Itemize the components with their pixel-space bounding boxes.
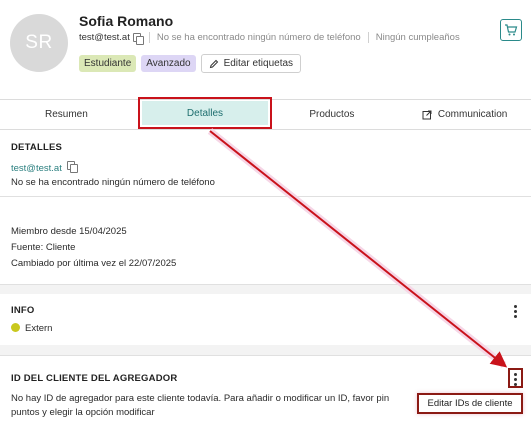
header-phone-status: No se ha encontrado ningún número de tel… [156,32,361,43]
pencil-icon [209,59,218,68]
status-dot-icon [11,323,20,332]
tab-label: Productos [309,109,355,120]
member-since: Miembro desde 15/04/2025 [11,226,127,237]
aggregator-line-2: puntos y elegir la opción modificar [11,407,155,418]
section-gap [0,284,531,294]
aggregator-kebab-button[interactable] [508,368,523,388]
cart-button[interactable] [500,19,522,41]
details-email-link[interactable]: test@test.at [11,163,62,174]
tab-resumen[interactable]: Resumen [0,100,133,129]
tab-productos[interactable]: Productos [266,100,399,129]
edit-tags-button[interactable]: Editar etiquetas [200,54,302,73]
menu-item-label: Editar IDs de cliente [427,398,513,409]
details-phone: No se ha encontrado ningún número de tel… [11,177,215,188]
separator [367,32,369,43]
copy-icon[interactable] [67,161,79,173]
cart-icon [505,24,518,36]
info-kebab-icon[interactable] [513,305,517,318]
tab-detalles[interactable]: Detalles [142,101,268,125]
separator [148,32,150,43]
details-heading: DETALLES [11,142,63,153]
avatar: SR [10,14,68,72]
tab-label: Resumen [44,109,88,120]
divider [0,284,531,285]
tab-communication[interactable]: Communication [398,100,531,129]
tab-label: Detalles [186,107,224,119]
header-birthday-status: Ningún cumpleaños [375,32,460,43]
external-link-icon [422,110,432,119]
tag-list: Estudiante Avanzado Editar etiquetas [79,54,302,73]
info-heading: INFO [11,305,35,316]
header-email: test@test.at [79,32,130,43]
copy-icon[interactable] [132,32,144,45]
tag-badge[interactable]: Avanzado [141,55,196,72]
contact-header: SR Sofia Romano test@test.at No se ha en… [0,0,531,99]
source: Fuente: Cliente [11,242,76,253]
edit-client-ids-menu-item[interactable]: Editar IDs de cliente [417,393,523,414]
info-status-label: Extern [25,323,53,334]
section-gap [0,345,531,355]
aggregator-heading: ID DEL CLIENTE DEL AGREGADOR [11,373,178,384]
last-changed: Cambiado por última vez el 22/07/2025 [11,258,177,269]
divider [0,196,531,197]
divider [0,355,531,356]
contact-name: Sofia Romano [79,13,174,29]
details-email-row: test@test.at [11,161,79,174]
kebab-icon [514,373,518,386]
tab-label: Communication [437,109,508,120]
aggregator-line-1: No hay ID de agregador para este cliente… [11,393,390,404]
contact-meta: test@test.at No se ha encontrado ningún … [79,32,460,45]
tag-badge[interactable]: Estudiante [79,55,137,72]
edit-tags-label: Editar etiquetas [223,58,294,69]
info-status: Extern [11,323,52,334]
